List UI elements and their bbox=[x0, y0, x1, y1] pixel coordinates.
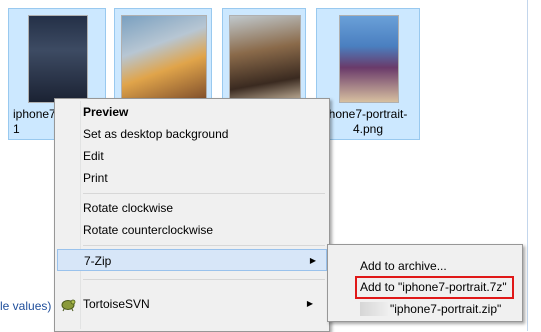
file-item-4[interactable]: hone7-portrait- 4.png bbox=[316, 8, 420, 140]
submenu-arrow-icon: ▶ bbox=[306, 299, 313, 308]
menu-item-rotate-clockwise[interactable]: Rotate clockwise bbox=[83, 197, 323, 219]
submenu-item-add-to-zip[interactable]: "iphone7-portrait.zip" bbox=[390, 298, 516, 320]
menu-item-edit[interactable]: Edit bbox=[83, 145, 323, 167]
status-text: le values) bbox=[0, 299, 52, 313]
menu-separator bbox=[83, 193, 325, 194]
submenu-item-add-to-archive[interactable]: Add to archive... bbox=[360, 255, 516, 277]
menu-item-preview[interactable]: Preview bbox=[83, 101, 323, 123]
thumbnail-image bbox=[28, 15, 88, 103]
submenu-7zip: Add to archive... Add to "iphone7-portra… bbox=[327, 244, 523, 322]
menu-separator bbox=[83, 245, 325, 246]
menu-item-tortoisesvn[interactable]: TortoiseSVN ▶ bbox=[83, 293, 323, 315]
menu-gutter bbox=[80, 101, 81, 329]
menu-item-set-desktop-background[interactable]: Set as desktop background bbox=[83, 123, 323, 145]
thumbnail-image bbox=[339, 15, 399, 103]
menu-item-7zip-label: 7-Zip bbox=[84, 254, 112, 268]
menu-item-7zip[interactable]: 7-Zip ▶ bbox=[57, 249, 327, 271]
thumbnail-image bbox=[229, 15, 301, 103]
highlight-box bbox=[355, 276, 514, 299]
tortoisesvn-icon bbox=[60, 296, 76, 312]
menu-item-tortoisesvn-label: TortoiseSVN bbox=[83, 297, 150, 311]
menu-separator bbox=[83, 279, 325, 280]
context-menu: Preview Set as desktop background Edit P… bbox=[54, 98, 330, 332]
menu-item-rotate-counterclockwise[interactable]: Rotate counterclockwise bbox=[83, 219, 323, 241]
window-edge bbox=[527, 0, 528, 331]
redacted-text bbox=[360, 302, 388, 316]
file-caption: hone7-portrait- 4.png bbox=[328, 107, 408, 136]
thumbnail-image bbox=[121, 15, 207, 103]
submenu-arrow-icon: ▶ bbox=[309, 256, 316, 265]
menu-item-print[interactable]: Print bbox=[83, 167, 323, 189]
